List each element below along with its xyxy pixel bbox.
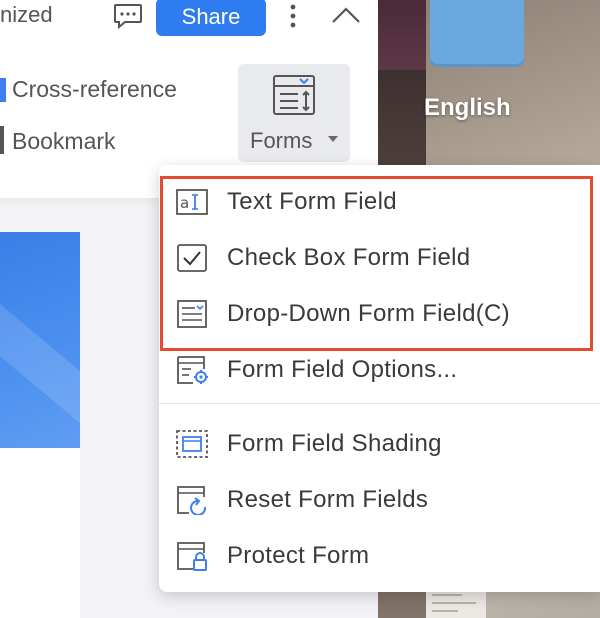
menu-item-drop-down-form-field[interactable]: Drop-Down Form Field(C) — [159, 287, 600, 341]
cross-reference-button[interactable]: Cross-reference — [12, 76, 177, 103]
text-form-field-icon: a — [175, 187, 209, 217]
bookmark-button[interactable]: Bookmark — [12, 128, 116, 155]
forms-dropdown-menu: a Text Form Field Check Box Form Field D… — [159, 165, 600, 592]
menu-item-label: Check Box Form Field — [227, 244, 471, 271]
toolbar-partial-label: nized — [0, 2, 53, 27]
more-options-icon[interactable] — [286, 3, 300, 31]
dropdown-field-icon — [175, 299, 209, 329]
menu-item-reset-form-fields[interactable]: Reset Form Fields — [159, 473, 600, 527]
menu-item-label: Reset Form Fields — [227, 486, 429, 513]
collapse-ribbon-icon[interactable] — [330, 4, 362, 26]
photo-english-text: English — [424, 94, 511, 121]
background-photo-top — [378, 0, 426, 70]
protect-form-icon — [175, 541, 209, 571]
svg-text:a: a — [180, 194, 189, 212]
menu-separator — [159, 403, 600, 404]
bookmark-icon — [0, 126, 4, 154]
menu-item-form-field-options[interactable]: Form Field Options... — [159, 343, 600, 397]
menu-item-label: Text Form Field — [227, 188, 397, 215]
menu-item-label: Drop-Down Form Field(C) — [227, 300, 510, 327]
menu-item-protect-form[interactable]: Protect Form — [159, 529, 600, 583]
field-shading-icon — [175, 429, 209, 459]
menu-item-text-form-field[interactable]: a Text Form Field — [159, 175, 600, 229]
share-button[interactable]: Share — [156, 0, 266, 36]
forms-label: Forms — [250, 128, 313, 153]
forms-button[interactable]: Forms — [238, 64, 350, 162]
comment-icon[interactable] — [113, 3, 143, 30]
cross-reference-icon — [0, 78, 6, 102]
form-field-options-icon — [175, 355, 209, 385]
reset-form-icon — [175, 485, 209, 516]
menu-item-label: Form Field Options... — [227, 356, 458, 383]
document-banner-image — [0, 232, 80, 448]
chevron-down-icon — [328, 136, 338, 142]
checkbox-icon — [175, 243, 209, 273]
menu-item-label: Form Field Shading — [227, 430, 442, 457]
forms-icon — [272, 74, 316, 118]
menu-item-form-field-shading[interactable]: Form Field Shading — [159, 417, 600, 471]
menu-item-check-box-form-field[interactable]: Check Box Form Field — [159, 231, 600, 285]
blue-book-image — [430, 0, 524, 64]
menu-item-label: Protect Form — [227, 542, 370, 569]
